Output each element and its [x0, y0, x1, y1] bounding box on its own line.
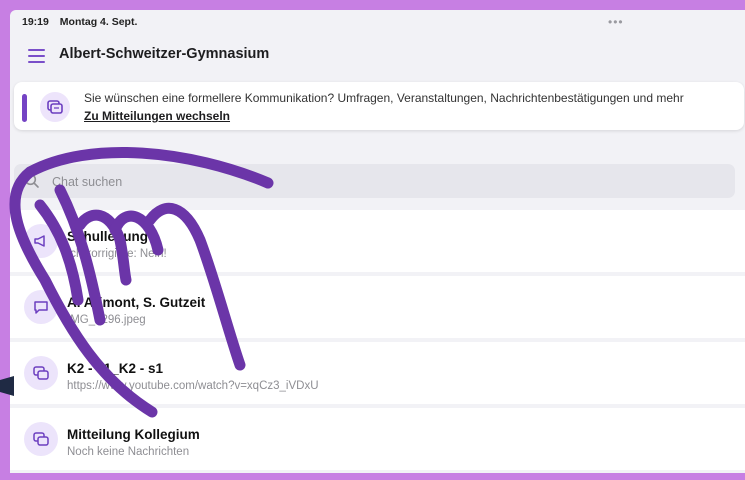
announcement-icon: [40, 92, 70, 122]
chat-preview: Ich korrigiere: Nein!: [67, 248, 167, 260]
status-time: 19:19: [22, 16, 49, 28]
chat-preview: Noch keine Nachrichten: [67, 446, 190, 458]
multitasking-dots-icon[interactable]: •••: [608, 15, 624, 29]
page-title: Albert-Schweitzer-Gymnasium: [59, 46, 270, 62]
group-chat-icon: [24, 356, 58, 390]
chat-preview: IMG_3296.jpeg: [67, 314, 146, 326]
banner-text: Sie wünschen eine formellere Kommunikati…: [84, 91, 684, 105]
chat-item-mitteilung-kollegium[interactable]: Mitteilung Kollegium Noch keine Nachrich…: [10, 408, 745, 473]
app-screen: 19:19 Montag 4. Sept. ••• Albert-Schweit…: [10, 10, 745, 473]
group-chat-icon: [24, 422, 58, 456]
chat-item-schulleitung[interactable]: Schulleitung Ich korrigiere: Nein!: [10, 210, 745, 276]
chat-item-arimont-gutzeit[interactable]: A. Arimont, S. Gutzeit IMG_3296.jpeg: [10, 276, 745, 342]
chat-search-input[interactable]: [50, 169, 694, 195]
menu-icon[interactable]: [28, 49, 45, 64]
status-date: Montag 4. Sept.: [59, 16, 138, 28]
search-icon: [24, 173, 39, 188]
chat-item-k2-s1[interactable]: K2 - s1_K2 - s1 https://www.youtube.com/…: [10, 342, 745, 408]
banner-accent-bar: [22, 94, 27, 122]
status-bar: 19:19 Montag 4. Sept.: [22, 16, 145, 28]
search-bar: [14, 164, 735, 198]
chat-name: Schulleitung: [67, 229, 148, 244]
chat-preview: https://www.youtube.com/watch?v=xqCz3_iV…: [67, 380, 319, 392]
chat-list: Schulleitung Ich korrigiere: Nein! A. Ar…: [10, 210, 745, 473]
switch-to-messages-link[interactable]: Zu Mitteilungen wechseln: [84, 109, 230, 123]
messages-banner: Sie wünschen eine formellere Kommunikati…: [14, 82, 744, 130]
chat-name: A. Arimont, S. Gutzeit: [67, 295, 206, 310]
megaphone-icon: [24, 224, 58, 258]
chat-bubble-icon: [24, 290, 58, 324]
chat-name: Mitteilung Kollegium: [67, 427, 200, 442]
app-header: Albert-Schweitzer-Gymnasium: [10, 38, 745, 74]
chat-name: K2 - s1_K2 - s1: [67, 361, 164, 376]
